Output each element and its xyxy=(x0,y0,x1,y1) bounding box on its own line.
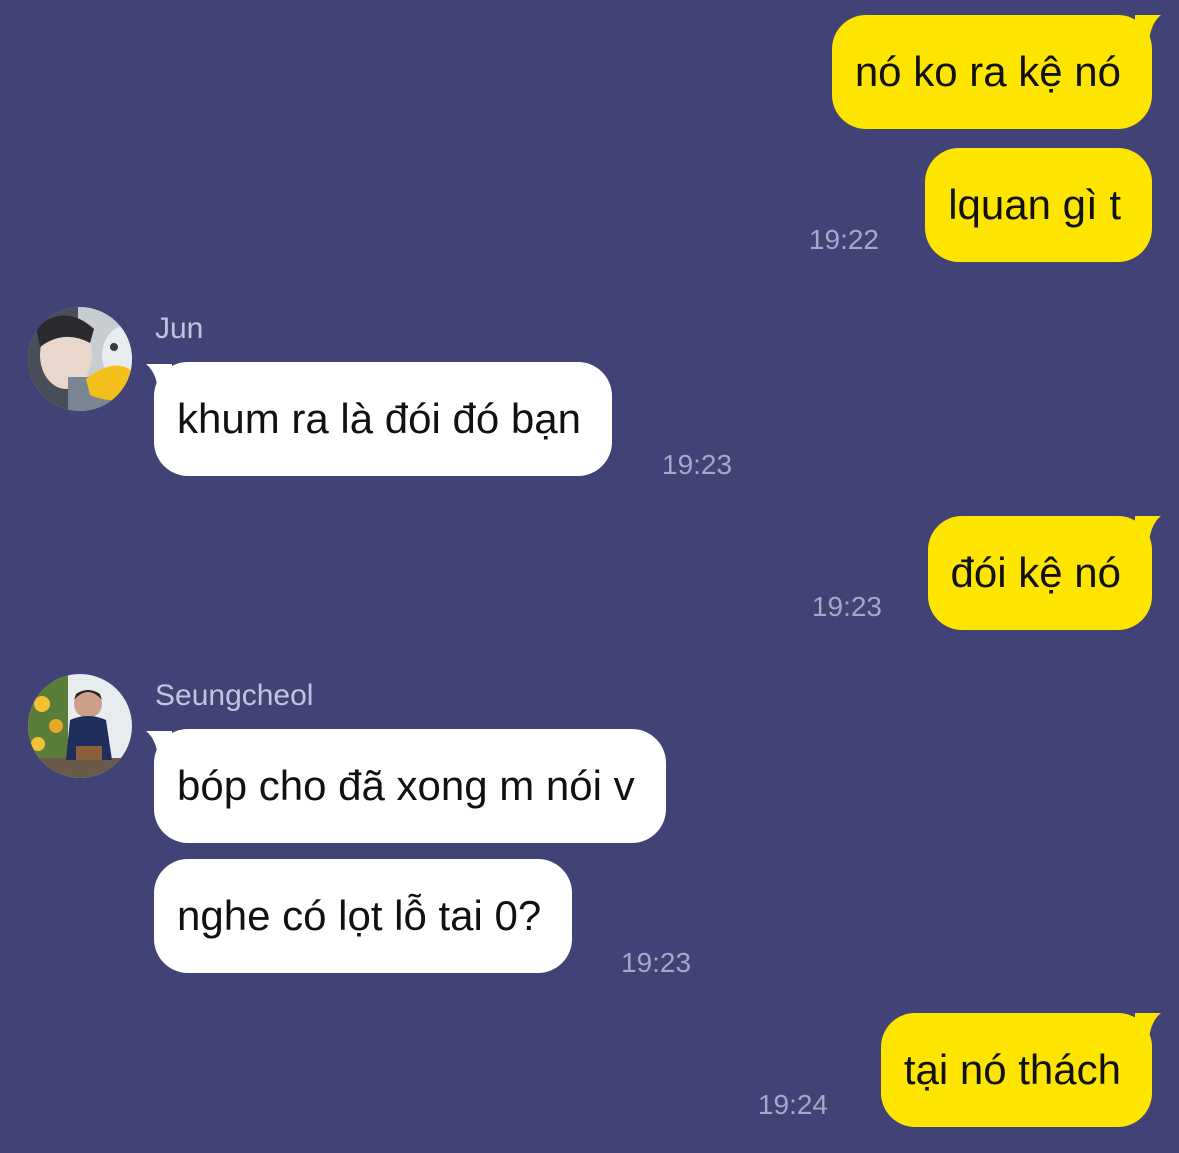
message-text: nó ko ra kệ nó xyxy=(854,48,1121,95)
message-text: tại nó thách xyxy=(903,1046,1121,1093)
bubble-tail-icon xyxy=(1135,1013,1161,1039)
message-text: lquan gì t xyxy=(948,181,1121,228)
seungcheol-avatar[interactable] xyxy=(28,674,132,778)
message-timestamp: 19:24 xyxy=(757,1089,828,1120)
outgoing-message-bubble[interactable]: đói kệ nó xyxy=(927,516,1152,630)
outgoing-message-bubble[interactable]: tại nó thách xyxy=(880,1013,1152,1127)
bubble-tail-icon xyxy=(1135,15,1161,41)
message-text: bóp cho đã xong m nói v xyxy=(177,762,635,809)
message-timestamp: 19:23 xyxy=(662,449,733,480)
outgoing-message-bubble[interactable]: nó ko ra kệ nó xyxy=(831,15,1152,129)
message-timestamp: 19:23 xyxy=(811,591,882,622)
message-text: khum ra là đói đó bạn xyxy=(177,395,581,442)
message-timestamp: 19:23 xyxy=(621,947,692,978)
jun-avatar[interactable] xyxy=(28,307,132,411)
bubble-tail-icon xyxy=(1135,516,1161,542)
message-text: đói kệ nó xyxy=(950,549,1121,596)
chat-conversation: nó ko ra kệ nó lquan gì t 19:22 Jun khum… xyxy=(0,0,1179,1153)
sender-name: Seungcheol xyxy=(155,679,314,712)
message-timestamp: 19:22 xyxy=(808,224,879,255)
sender-name: Jun xyxy=(155,312,204,345)
outgoing-message-bubble[interactable]: lquan gì t xyxy=(925,148,1152,262)
message-text: nghe có lọt lỗ tai 0? xyxy=(177,892,542,939)
incoming-message-bubble[interactable]: bóp cho đã xong m nói v xyxy=(154,729,666,843)
incoming-message-bubble[interactable]: nghe có lọt lỗ tai 0? xyxy=(154,859,573,973)
incoming-message-bubble[interactable]: khum ra là đói đó bạn xyxy=(154,362,612,476)
